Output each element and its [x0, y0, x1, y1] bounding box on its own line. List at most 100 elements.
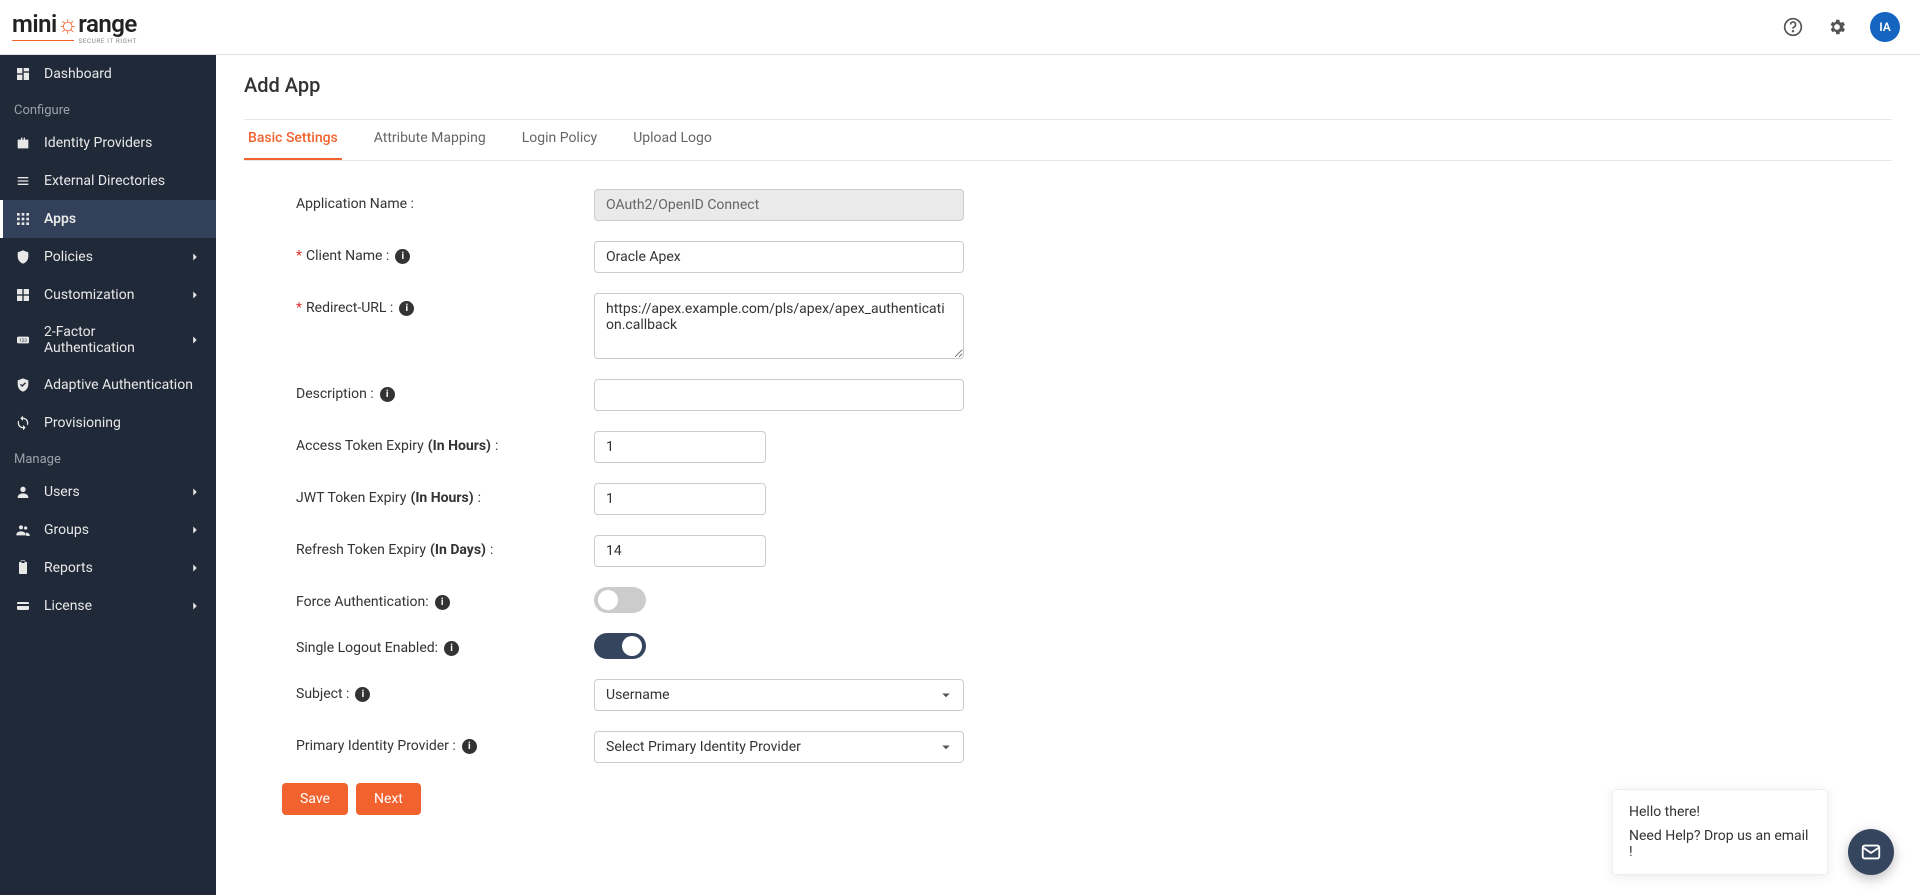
jwt-label-a: JWT Token Expiry	[296, 490, 406, 506]
shield-icon	[14, 248, 32, 266]
sidebar-item-policies[interactable]: Policies	[0, 238, 216, 276]
single-logout-toggle[interactable]	[594, 633, 646, 659]
tab-attr[interactable]: Attribute Mapping	[370, 120, 490, 160]
sidebar-item-identity-providers[interactable]: Identity Providers	[0, 124, 216, 162]
logo[interactable]: mini☼range SECURE IT RIGHT	[12, 10, 137, 45]
application-name-label: Application Name :	[296, 189, 594, 212]
form: Application Name : *Client Name : i *Red…	[244, 189, 1224, 815]
bag-icon	[14, 134, 32, 152]
mail-icon	[1860, 841, 1882, 863]
sidebar-item-label: Dashboard	[44, 66, 112, 82]
access-token-label-a: Access Token Expiry	[296, 438, 424, 454]
sidebar-item-label: Groups	[44, 522, 89, 538]
help-icon[interactable]	[1782, 16, 1804, 38]
sidebar-section-section-configure: Configure	[0, 93, 216, 124]
plus-square-icon	[14, 286, 32, 304]
required-marker: *	[296, 248, 302, 264]
description-input[interactable]	[594, 379, 964, 411]
123-icon: 123	[14, 331, 32, 349]
sidebar-item-label: External Directories	[44, 173, 165, 189]
subject-select[interactable]: Username	[594, 679, 964, 711]
slo-label: Single Logout Enabled:	[296, 640, 438, 656]
chat-fab-button[interactable]	[1848, 829, 1894, 875]
next-button[interactable]: Next	[356, 783, 421, 815]
jwt-token-expiry-input[interactable]	[594, 483, 766, 515]
sidebar-item-customization[interactable]: Customization	[0, 276, 216, 314]
group-icon	[14, 521, 32, 539]
sidebar-item-apps[interactable]: Apps	[0, 200, 216, 238]
info-icon[interactable]: i	[444, 641, 459, 656]
required-marker: *	[296, 300, 302, 316]
logo-text-a: mini	[12, 10, 57, 38]
sidebar-item-label: Customization	[44, 287, 134, 303]
sidebar-item-label: Users	[44, 484, 80, 500]
grid-icon	[14, 210, 32, 228]
clipboard-icon	[14, 559, 32, 577]
chat-help: Need Help? Drop us an email !	[1629, 828, 1811, 860]
sidebar: Dashboard Configure Identity Providers Exte…	[0, 55, 216, 895]
redirect-url-label: Redirect-URL :	[306, 300, 393, 316]
dashboard-icon	[14, 65, 32, 83]
user-icon	[14, 483, 32, 501]
redirect-url-input[interactable]	[594, 293, 964, 359]
sidebar-item-license[interactable]: License	[0, 587, 216, 625]
sidebar-item-groups[interactable]: Groups	[0, 511, 216, 549]
refresh-label-a: Refresh Token Expiry	[296, 542, 426, 558]
save-button[interactable]: Save	[282, 783, 348, 815]
subject-label: Subject :	[296, 686, 349, 702]
sidebar-item-provisioning[interactable]: Provisioning	[0, 404, 216, 442]
tabs: Basic Settings Attribute Mapping Login Pol…	[244, 120, 1892, 161]
sidebar-item-label: Apps	[44, 211, 76, 227]
gear-icon[interactable]	[1826, 16, 1848, 38]
refresh-token-expiry-input[interactable]	[594, 535, 766, 567]
page-title: Add App	[244, 73, 1892, 97]
sidebar-item-label: Reports	[44, 560, 93, 576]
sidebar-item-reports[interactable]: Reports	[0, 549, 216, 587]
info-icon[interactable]: i	[380, 387, 395, 402]
tab-basic[interactable]: Basic Settings	[244, 120, 342, 160]
sidebar-item-label: Adaptive Authentication	[44, 377, 193, 393]
sidebar-item-dashboard[interactable]: Dashboard	[0, 55, 216, 93]
sidebar-item-label: License	[44, 598, 92, 614]
chat-tooltip: Hello there! Need Help? Drop us an email…	[1612, 789, 1828, 875]
sidebar-item-2fa[interactable]: 123 2-Factor Authentication	[0, 314, 216, 366]
tab-login[interactable]: Login Policy	[518, 120, 601, 160]
client-name-label: Client Name :	[306, 248, 389, 264]
sidebar-item-label: Provisioning	[44, 415, 121, 431]
info-icon[interactable]: i	[435, 595, 450, 610]
pip-label: Primary Identity Provider :	[296, 738, 456, 754]
logo-tagline: SECURE IT RIGHT	[12, 37, 137, 45]
avatar[interactable]: IA	[1870, 12, 1900, 42]
orange-o-icon: ☼	[57, 10, 79, 38]
check-shield-icon	[14, 376, 32, 394]
sidebar-item-label: Policies	[44, 249, 93, 265]
force-authentication-toggle[interactable]	[594, 587, 646, 613]
info-icon[interactable]: i	[395, 249, 410, 264]
main-content: Add App Basic Settings Attribute Mapping L…	[216, 55, 1920, 895]
jwt-label-b: (In Hours)	[410, 490, 473, 506]
info-icon[interactable]: i	[355, 687, 370, 702]
chat-hello: Hello there!	[1629, 804, 1811, 820]
description-label: Description :	[296, 386, 374, 402]
info-icon[interactable]: i	[462, 739, 477, 754]
sync-icon	[14, 414, 32, 432]
logo-text-b: range	[78, 10, 137, 38]
card-icon	[14, 597, 32, 615]
topbar: mini☼range SECURE IT RIGHT IA	[0, 0, 1920, 55]
sidebar-item-adaptive[interactable]: Adaptive Authentication	[0, 366, 216, 404]
primary-idp-select[interactable]: Select Primary Identity Provider	[594, 731, 964, 763]
list-icon	[14, 172, 32, 190]
application-name-input	[594, 189, 964, 221]
access-token-expiry-input[interactable]	[594, 431, 766, 463]
sidebar-section-section-manage: Manage	[0, 442, 216, 473]
info-icon[interactable]: i	[399, 301, 414, 316]
refresh-label-b: (In Days)	[430, 542, 486, 558]
sidebar-item-external-directories[interactable]: External Directories	[0, 162, 216, 200]
sidebar-item-label: 2-Factor Authentication	[44, 324, 188, 356]
sidebar-item-label: Identity Providers	[44, 135, 152, 151]
client-name-input[interactable]	[594, 241, 964, 273]
force-auth-label: Force Authentication:	[296, 594, 429, 610]
sidebar-item-users[interactable]: Users	[0, 473, 216, 511]
tab-logo[interactable]: Upload Logo	[629, 120, 716, 160]
access-token-label-b: (In Hours)	[428, 438, 491, 454]
